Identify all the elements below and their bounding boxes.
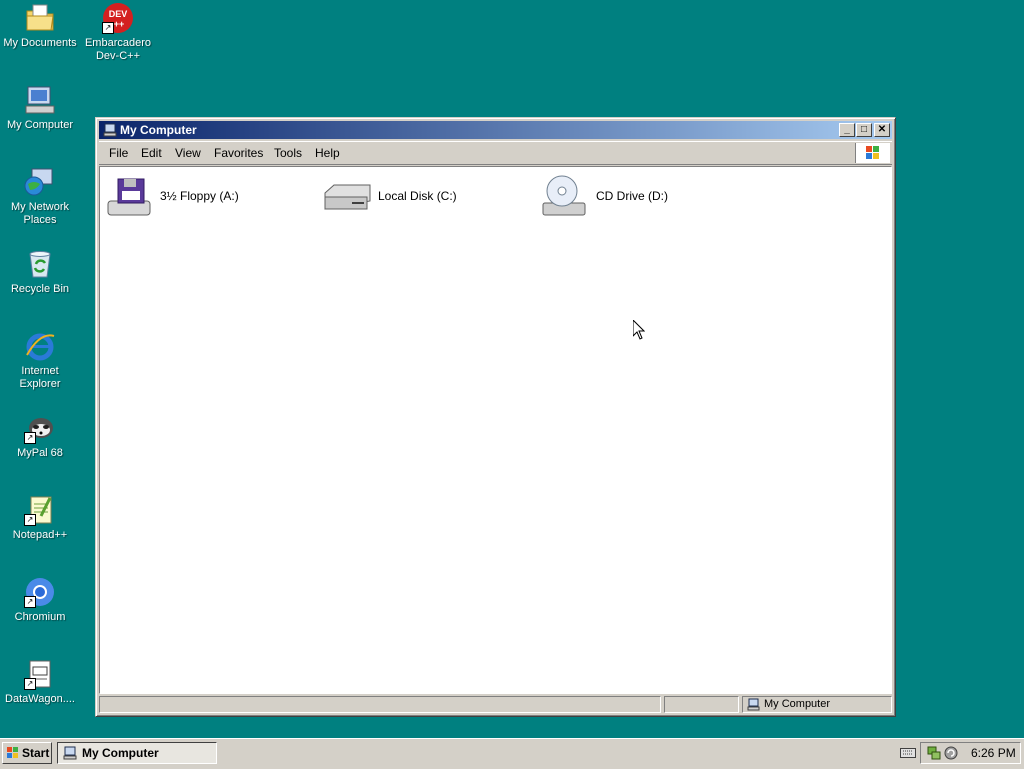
maximize-button[interactable]: □ — [856, 123, 872, 137]
desktop-icon-my-computer[interactable]: My Computer — [0, 84, 80, 132]
desktop-icon-devcpp[interactable]: DEV ++ ↗ Embarcadero Dev-C++ — [78, 2, 158, 63]
network-globe-icon — [24, 166, 56, 198]
computer-icon — [103, 123, 117, 137]
menu-help[interactable]: Help — [315, 146, 340, 160]
computer-icon — [63, 746, 77, 766]
drive-item-local-disk[interactable]: Local Disk (C:) — [322, 173, 522, 223]
internet-explorer-icon — [24, 330, 56, 362]
status-bar: My Computer — [99, 696, 892, 714]
window-titlebar[interactable]: My Computer _ □ ✕ — [99, 121, 892, 139]
desktop-icon-label: Internet Explorer — [19, 365, 61, 390]
desktop-icon-recycle-bin[interactable]: Recycle Bin — [0, 248, 80, 296]
svg-text:DEV: DEV — [109, 9, 128, 19]
desktop-icon-label: My Documents — [3, 37, 77, 49]
menu-tools[interactable]: Tools — [274, 146, 302, 160]
start-label: Start — [22, 746, 50, 760]
desktop-icon-my-documents[interactable]: My Documents — [0, 2, 80, 50]
desktop-icon-network-places[interactable]: My Network Places — [0, 166, 80, 227]
drive-item-floppy[interactable]: 3½ Floppy (A:) — [104, 173, 304, 223]
status-panel-main — [99, 696, 661, 713]
recycle-bin-icon — [24, 248, 56, 280]
svg-text:++: ++ — [114, 19, 125, 29]
windows-logo-icon — [6, 746, 20, 766]
network-tray-icon[interactable] — [927, 746, 941, 766]
drive-label: CD Drive (D:) — [596, 189, 668, 203]
status-panel-location: My Computer — [742, 696, 892, 713]
chromium-icon: ↗ — [24, 576, 56, 608]
computer-icon — [24, 84, 56, 116]
desktop-icon-label: My Computer — [6, 119, 74, 131]
menu-favorites[interactable]: Favorites — [214, 146, 263, 160]
shortcut-arrow-icon: ↗ — [24, 678, 36, 690]
minimize-button[interactable]: _ — [839, 123, 855, 137]
desktop-icon-label: Chromium — [14, 611, 66, 623]
my-computer-window[interactable]: My Computer _ □ ✕ File Edit View Favorit… — [95, 117, 896, 717]
taskbar: Start My Computer 6:26 PM — [0, 738, 1024, 769]
keyboard-icon[interactable] — [900, 747, 916, 762]
menu-edit[interactable]: Edit — [141, 146, 162, 160]
mouse-cursor-icon — [632, 318, 646, 340]
notepadpp-icon: ↗ — [24, 494, 56, 526]
shortcut-arrow-icon: ↗ — [24, 432, 36, 444]
shortcut-arrow-icon: ↗ — [102, 22, 114, 34]
desktop-icon-datawagon[interactable]: ↗ DataWagon.... — [0, 658, 80, 706]
computer-icon — [747, 698, 760, 716]
update-tray-icon[interactable] — [944, 746, 958, 766]
shortcut-arrow-icon: ↗ — [24, 514, 36, 526]
devcpp-icon: DEV ++ ↗ — [102, 2, 134, 34]
desktop-icon-label: Notepad++ — [12, 529, 68, 541]
start-button[interactable]: Start — [2, 742, 52, 764]
clock[interactable]: 6:26 PM — [971, 743, 1016, 763]
windows-logo-icon — [855, 143, 890, 163]
floppy-drive-icon — [104, 173, 154, 223]
drive-label: Local Disk (C:) — [378, 189, 457, 203]
desktop-icon-label: MyPal 68 — [17, 447, 63, 459]
desktop-icon-label: Recycle Bin — [10, 283, 70, 295]
hard-disk-icon — [322, 173, 372, 223]
window-title: My Computer — [120, 123, 197, 137]
system-tray: 6:26 PM — [920, 742, 1021, 764]
desktop-icon-chromium[interactable]: ↗ Chromium — [0, 576, 80, 624]
taskbar-button-label: My Computer — [82, 746, 159, 760]
status-panel-size — [664, 696, 739, 713]
status-location-text: My Computer — [764, 698, 831, 710]
drive-label: 3½ Floppy (A:) — [160, 189, 239, 203]
drive-item-cd[interactable]: CD Drive (D:) — [540, 173, 740, 223]
taskbar-button-my-computer[interactable]: My Computer — [57, 742, 217, 764]
menu-file[interactable]: File — [109, 146, 128, 160]
shortcut-arrow-icon: ↗ — [24, 596, 36, 608]
close-button[interactable]: ✕ — [874, 123, 890, 137]
mypal-raccoon-icon: ↗ — [24, 412, 56, 444]
desktop-icon-label: My Network Places — [10, 201, 70, 226]
desktop-icon-label: Embarcadero Dev-C++ — [84, 37, 152, 62]
desktop-icon-mypal[interactable]: ↗ MyPal 68 — [0, 412, 80, 460]
drive-list-view[interactable]: 3½ Floppy (A:) Local Disk (C:) CD Drive … — [99, 166, 892, 694]
datawagon-icon: ↗ — [24, 658, 56, 690]
menu-view[interactable]: View — [175, 146, 201, 160]
desktop-icon-label: DataWagon.... — [5, 693, 75, 705]
desktop-icon-notepadpp[interactable]: ↗ Notepad++ — [0, 494, 80, 542]
desktop-icon-internet-explorer[interactable]: Internet Explorer — [0, 330, 80, 391]
cd-drive-icon — [540, 173, 590, 223]
folder-documents-icon — [24, 2, 56, 34]
menu-bar: File Edit View Favorites Tools Help — [99, 141, 892, 165]
